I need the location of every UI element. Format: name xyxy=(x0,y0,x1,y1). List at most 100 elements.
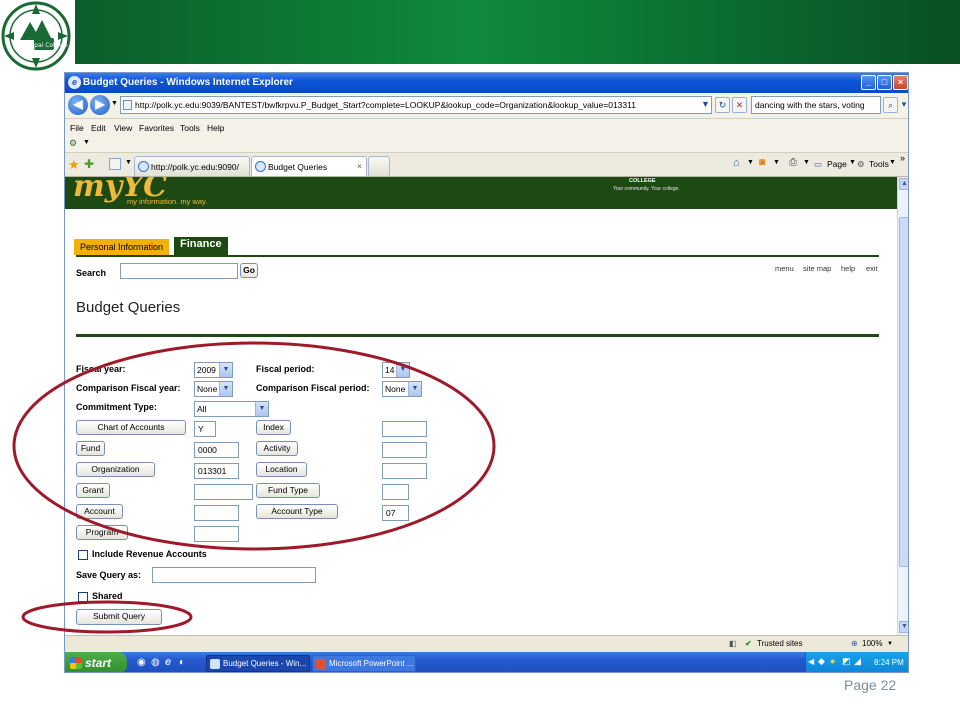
menu-help[interactable]: Help xyxy=(207,123,224,133)
grant-button[interactable]: Grant xyxy=(76,483,110,498)
account-button[interactable]: Account xyxy=(76,504,123,519)
tray-icon-2[interactable]: ● xyxy=(830,656,835,666)
home-dropdown-icon[interactable]: ▼ xyxy=(747,159,754,166)
tray-icon-3[interactable]: ◩ xyxy=(842,656,851,667)
add-favorites-icon[interactable]: ✚ xyxy=(84,157,94,171)
tools-gear-icon: ⚙ xyxy=(857,159,865,169)
favorites-star-icon[interactable]: ★ xyxy=(68,157,80,173)
search-options-icon[interactable]: ▾ xyxy=(899,97,908,113)
menu-link[interactable]: menu xyxy=(775,264,794,273)
back-button[interactable]: ◀ xyxy=(68,95,88,115)
activity-input[interactable] xyxy=(382,442,427,458)
comparison-fiscal-year-select[interactable]: None ▼ xyxy=(194,381,233,397)
account-type-button[interactable]: Account Type xyxy=(256,504,338,519)
history-dropdown-icon[interactable]: ▼ xyxy=(111,100,118,107)
go-button[interactable]: Go xyxy=(240,263,258,278)
menu-edit[interactable]: Edit xyxy=(91,123,106,133)
tab-budget-queries[interactable]: Budget Queries × xyxy=(251,156,367,176)
organization-button[interactable]: Organization xyxy=(76,462,155,477)
tools-menu[interactable]: Tools xyxy=(869,159,889,169)
tab-personal-information[interactable]: Personal Information xyxy=(74,239,170,255)
scroll-down-icon[interactable]: ▼ xyxy=(899,621,908,633)
fiscal-year-value: 2009 xyxy=(197,365,216,375)
tools-dropdown-icon[interactable]: ▼ xyxy=(889,159,896,166)
search-icon[interactable]: ⌕ xyxy=(883,97,898,113)
quick-tabs-icon[interactable] xyxy=(109,158,121,170)
site-search-input[interactable] xyxy=(120,263,238,279)
index-button[interactable]: Index xyxy=(256,420,291,435)
quicklaunch-icon-2[interactable]: ◍ xyxy=(151,657,160,668)
program-button[interactable]: Program xyxy=(76,525,128,540)
new-tab-button[interactable] xyxy=(368,156,390,176)
tray-icon-1[interactable]: ◆ xyxy=(818,656,825,667)
stop-icon[interactable]: ✕ xyxy=(732,97,747,113)
feeds-icon[interactable]: ◙ xyxy=(759,157,765,168)
fund-type-input[interactable] xyxy=(382,484,409,500)
maximize-button[interactable]: □ xyxy=(877,75,892,90)
shared-checkbox[interactable] xyxy=(78,592,88,602)
index-input[interactable] xyxy=(382,421,427,437)
search-input[interactable]: dancing with the stars, voting xyxy=(751,96,881,114)
zoom-level[interactable]: 100% xyxy=(862,639,882,648)
activity-button[interactable]: Activity xyxy=(256,441,298,456)
fund-button[interactable]: Fund xyxy=(76,441,105,456)
program-input[interactable] xyxy=(194,526,239,542)
toolbar-overflow-icon[interactable]: » xyxy=(900,153,905,163)
submit-query-button[interactable]: Submit Query xyxy=(76,609,162,625)
fund-type-button[interactable]: Fund Type xyxy=(256,483,320,498)
menu-tools[interactable]: Tools xyxy=(180,123,200,133)
tab-polk[interactable]: http://polk.yc.edu:9090/ xyxy=(134,156,250,176)
grant-input[interactable] xyxy=(194,484,253,500)
tab-finance[interactable]: Finance xyxy=(174,237,228,255)
volume-icon[interactable]: ◢ xyxy=(854,656,861,667)
print-icon[interactable]: ⎙ xyxy=(789,157,797,168)
forward-button[interactable]: ▶ xyxy=(90,95,110,115)
save-query-input[interactable] xyxy=(152,567,316,583)
scroll-up-icon[interactable]: ▲ xyxy=(899,178,908,190)
fiscal-period-select[interactable]: 14 ▼ xyxy=(382,362,410,378)
feeds-dropdown-icon[interactable]: ▼ xyxy=(773,159,780,166)
menu-view[interactable]: View xyxy=(114,123,132,133)
quicklaunch-icon-4[interactable]: ◐ xyxy=(179,657,185,668)
chart-of-accounts-button[interactable]: Chart of Accounts xyxy=(76,420,186,435)
address-input[interactable]: http://polk.yc.edu:9039/BANTEST/bwfkrpvu… xyxy=(120,96,712,114)
fiscal-year-select[interactable]: 2009 ▼ xyxy=(194,362,233,378)
task-powerpoint[interactable]: Microsoft PowerPoint ... xyxy=(312,655,416,672)
exit-link[interactable]: exit xyxy=(866,264,878,273)
include-revenue-checkbox[interactable] xyxy=(78,550,88,560)
tab-list-icon[interactable]: ▼ xyxy=(125,159,132,166)
page-menu[interactable]: Page xyxy=(827,159,847,169)
close-tab-icon[interactable]: × xyxy=(357,161,362,171)
help-link[interactable]: help xyxy=(841,264,855,273)
chart-of-accounts-input[interactable]: Y xyxy=(194,421,216,437)
site-map-link[interactable]: site map xyxy=(803,264,831,273)
address-dropdown-icon[interactable]: ▼ xyxy=(698,97,713,113)
tray-expand-icon[interactable]: ◀ xyxy=(808,657,814,666)
clock[interactable]: 8:24 PM xyxy=(874,658,904,667)
task-budget-queries[interactable]: Budget Queries - Win... xyxy=(206,655,310,672)
menu-file[interactable]: File xyxy=(70,123,84,133)
location-input[interactable] xyxy=(382,463,427,479)
quicklaunch-icon-1[interactable]: ◉ xyxy=(137,657,146,668)
start-button[interactable]: start xyxy=(65,652,127,672)
ie-quicklaunch-icon[interactable]: e xyxy=(165,656,171,668)
scroll-thumb[interactable] xyxy=(899,217,908,567)
minimize-button[interactable]: _ xyxy=(861,75,876,90)
vertical-scrollbar[interactable]: ▲ ▼ xyxy=(897,177,908,635)
menu-favorites[interactable]: Favorites xyxy=(139,123,174,133)
fund-input[interactable]: 0000 xyxy=(194,442,239,458)
account-input[interactable] xyxy=(194,505,239,521)
home-icon[interactable]: ⌂ xyxy=(733,157,740,169)
commitment-type-select[interactable]: All ▼ xyxy=(194,401,269,417)
refresh-icon[interactable]: ↻ xyxy=(715,97,730,113)
close-button[interactable]: × xyxy=(893,75,908,90)
links-dropdown-icon[interactable]: ▼ xyxy=(83,139,90,146)
zoom-dropdown-icon[interactable]: ▼ xyxy=(887,641,893,647)
page-dropdown-icon[interactable]: ▼ xyxy=(849,159,856,166)
account-type-input[interactable]: 07 xyxy=(382,505,409,521)
organization-input[interactable]: 013301 xyxy=(194,463,239,479)
snagit-icon[interactable]: ⚙ xyxy=(69,138,77,149)
location-button[interactable]: Location xyxy=(256,462,307,477)
comparison-fiscal-period-select[interactable]: None ▼ xyxy=(382,381,422,397)
print-dropdown-icon[interactable]: ▼ xyxy=(803,159,810,166)
